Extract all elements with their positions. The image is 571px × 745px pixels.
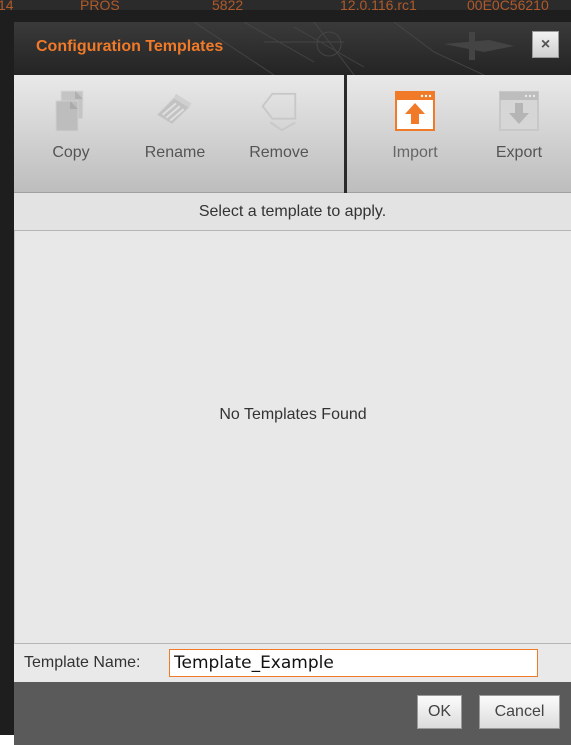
- import-label: Import: [392, 144, 438, 161]
- import-button[interactable]: Import: [370, 75, 460, 193]
- remove-icon: [257, 89, 301, 133]
- export-icon: [497, 89, 541, 133]
- instruction-bar: Select a template to apply.: [14, 193, 571, 231]
- export-label: Export: [495, 144, 543, 161]
- rename-button[interactable]: Rename: [130, 75, 220, 193]
- cancel-button[interactable]: Cancel: [479, 695, 560, 729]
- template-list[interactable]: No Templates Found: [14, 231, 571, 643]
- template-name-input[interactable]: [169, 649, 538, 677]
- template-name-row: Template Name:: [14, 643, 571, 682]
- rename-label: Rename: [144, 144, 206, 161]
- remove-button[interactable]: Remove: [234, 75, 324, 193]
- close-button[interactable]: ×: [532, 31, 559, 58]
- rename-icon: [153, 89, 197, 133]
- import-icon: [393, 89, 437, 133]
- template-name-label: Template Name:: [24, 654, 141, 671]
- copy-label: Copy: [52, 144, 90, 161]
- empty-list-message: No Templates Found: [219, 406, 367, 423]
- dialog-title: Configuration Templates: [36, 38, 224, 55]
- dialog-titlebar[interactable]: Configuration Templates ×: [14, 22, 571, 75]
- toolbar: Copy Rename Remove Import Export: [14, 75, 571, 193]
- toolbar-separator: [344, 75, 347, 193]
- dialog-footer: OK Cancel: [14, 682, 571, 745]
- export-button[interactable]: Export: [474, 75, 564, 193]
- configuration-templates-dialog: Configuration Templates × Copy Rename Re…: [0, 10, 571, 745]
- copy-icon: [49, 89, 93, 133]
- ok-button[interactable]: OK: [417, 695, 462, 729]
- copy-button[interactable]: Copy: [26, 75, 116, 193]
- remove-label: Remove: [249, 144, 309, 161]
- close-icon: ×: [540, 35, 551, 53]
